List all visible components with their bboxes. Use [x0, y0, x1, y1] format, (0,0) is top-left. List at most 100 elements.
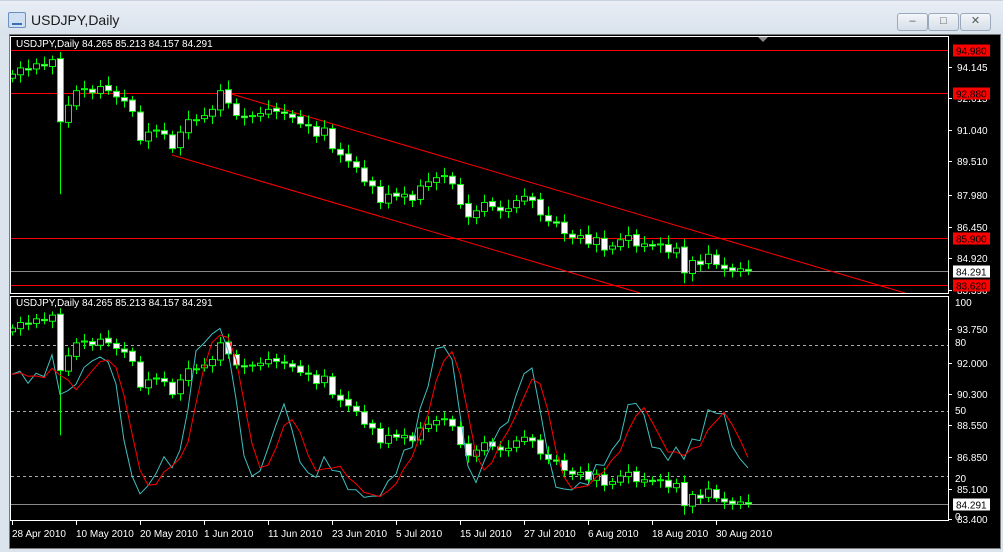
price-tick-label: 89.510	[957, 157, 988, 168]
upper-plot	[11, 50, 948, 293]
candle-bear	[161, 378, 168, 383]
candle-bear	[57, 58, 64, 123]
candle-bear	[329, 376, 336, 396]
candle-bull	[385, 193, 392, 204]
candle-bull	[97, 86, 104, 94]
candle-bull	[153, 129, 160, 132]
current-price-label: 84.291	[956, 501, 987, 512]
lower-panel-header: USDJPY,Daily 84.265 85.213 84.157 84.291	[16, 298, 213, 309]
candle-bull	[609, 481, 616, 485]
candle-bull	[705, 253, 712, 265]
candle-bull	[657, 479, 664, 482]
lower-panel: 93.750 92.000 90.300 88.550 86.850 85.100 83.4…	[10, 296, 990, 526]
candle-bull	[17, 67, 24, 76]
candle-bull	[65, 104, 72, 123]
candle-bear	[161, 130, 168, 135]
candle-bear	[377, 428, 384, 444]
candle-bear	[289, 363, 296, 368]
candle-bull	[417, 185, 424, 200]
date-tick-label: 1 Jun 2010	[204, 529, 254, 540]
candle-bull	[737, 268, 744, 272]
candle-bear	[329, 128, 336, 150]
candle-bear	[113, 342, 120, 349]
candle-bear	[313, 374, 320, 385]
candle-bull	[641, 243, 648, 248]
candle-bull	[217, 90, 224, 111]
candle-bull	[433, 420, 440, 426]
candle-bull	[97, 338, 104, 346]
candle-bull	[577, 235, 584, 239]
candle-bull	[513, 199, 520, 209]
candle-bear	[545, 215, 552, 222]
candle-bull	[49, 59, 56, 67]
candle-bear	[361, 167, 368, 183]
candle-bull	[145, 379, 152, 389]
candle-bear	[745, 268, 752, 272]
candle-bear	[345, 153, 352, 162]
candle-bear	[497, 206, 504, 212]
candle-bear	[553, 221, 560, 224]
candle-bear	[569, 470, 576, 475]
candle-bear	[665, 244, 672, 253]
candle-bull	[441, 175, 448, 178]
current-price-label: 84.291	[956, 268, 987, 279]
candle-bear	[489, 200, 496, 208]
candle-bear	[297, 116, 304, 125]
candle-bull	[577, 471, 584, 476]
candle-bear	[305, 123, 312, 127]
candle-bear	[105, 85, 112, 92]
candle-bear	[633, 234, 640, 247]
candle-bull	[249, 115, 256, 118]
candle-bull	[593, 237, 600, 246]
candle-bear	[585, 234, 592, 245]
candle-bull	[521, 195, 528, 202]
candle-bear	[537, 198, 544, 216]
candle-bull	[737, 501, 744, 505]
price-tick-label: 86.450	[957, 223, 988, 234]
stochastic-tick-label: 80	[955, 338, 967, 349]
candle-bear	[601, 474, 608, 486]
candle-bear	[369, 180, 376, 187]
candle-bear	[681, 246, 688, 274]
price-tick-label: 85.100	[957, 485, 988, 496]
candle-bear	[41, 318, 48, 322]
candle-bull	[321, 375, 328, 384]
candle-bull	[481, 202, 488, 212]
candle-bull	[425, 181, 432, 188]
candle-bull	[185, 368, 192, 381]
date-tick-label: 20 May 2010	[140, 529, 198, 540]
chart-canvas[interactable]: 94.14592.61591.04089.51087.98086.45084.9…	[0, 0, 1003, 552]
candle-bear	[305, 372, 312, 375]
candle-bull	[689, 259, 696, 275]
candle-bear	[129, 350, 136, 362]
level-price-label: 85.900	[956, 235, 987, 246]
candle-bull	[177, 131, 184, 149]
price-tick-label: 93.750	[957, 325, 988, 336]
date-tick-label: 15 Jul 2010	[460, 529, 512, 540]
candle-bull	[217, 342, 224, 361]
candle-bear	[681, 482, 688, 507]
date-tick-label: 18 Aug 2010	[652, 529, 709, 540]
candle-bear	[169, 381, 176, 396]
date-tick-label: 27 Jul 2010	[524, 529, 576, 540]
date-tick-label: 11 Jun 2010	[268, 529, 323, 540]
candle-bull	[425, 423, 432, 430]
candle-bull	[441, 418, 448, 421]
candle-bull	[617, 475, 624, 483]
candle-bear	[729, 267, 736, 272]
candle-bear	[25, 68, 32, 71]
candle-bull	[625, 235, 632, 241]
candle-bear	[345, 398, 352, 407]
candle-bear	[529, 437, 536, 442]
upper-panel: 94.14592.61591.04089.51087.98086.45084.9…	[10, 36, 990, 297]
chart-shift-marker-icon	[758, 37, 768, 42]
candle-bull	[401, 434, 408, 439]
candle-bull	[73, 90, 80, 107]
candle-bear	[289, 113, 296, 119]
candle-bull	[65, 355, 72, 372]
candle-bull	[193, 119, 200, 122]
candle-bull	[17, 322, 24, 330]
candle-bear	[273, 358, 280, 362]
candle-bear	[561, 459, 568, 472]
upper-panel-header: USDJPY,Daily 84.265 85.213 84.157 84.291	[16, 39, 213, 50]
